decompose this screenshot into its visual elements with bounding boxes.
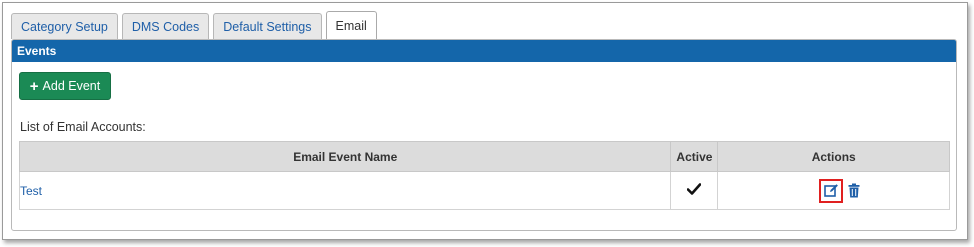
column-header-actions: Actions (717, 141, 950, 172)
tab-bar: Category Setup DMS Codes Default Setting… (11, 11, 381, 39)
edit-button[interactable] (819, 178, 844, 203)
event-name-link[interactable]: Test (20, 184, 42, 198)
panel-title: Events (12, 40, 956, 62)
events-panel: Events + Add Event List of Email Account… (11, 39, 957, 231)
actions-cell (717, 171, 950, 210)
edit-icon (823, 184, 838, 197)
table-row: Test (18, 171, 950, 210)
trash-icon (848, 183, 860, 198)
plus-icon: + (29, 77, 39, 95)
delete-button[interactable] (846, 182, 862, 200)
tab-email[interactable]: Email (325, 11, 377, 39)
event-name-cell: Test (18, 171, 672, 210)
email-events-table: Email Event Name Active Actions Test (18, 141, 950, 210)
window-frame: Category Setup DMS Codes Default Setting… (2, 2, 968, 240)
add-event-button[interactable]: + Add Event (19, 72, 111, 100)
tab-dms-codes[interactable]: DMS Codes (121, 13, 210, 39)
list-label: List of Email Accounts: (20, 120, 146, 134)
add-event-label: Add Event (42, 79, 101, 93)
table-header-row: Email Event Name Active Actions (18, 141, 950, 172)
checkmark-icon (687, 183, 702, 195)
column-header-email-event-name[interactable]: Email Event Name (18, 141, 672, 172)
active-cell (670, 171, 719, 210)
column-header-active[interactable]: Active (670, 141, 719, 172)
tab-default-settings[interactable]: Default Settings (213, 13, 322, 39)
row-actions (819, 178, 862, 203)
tab-category-setup[interactable]: Category Setup (11, 13, 118, 39)
